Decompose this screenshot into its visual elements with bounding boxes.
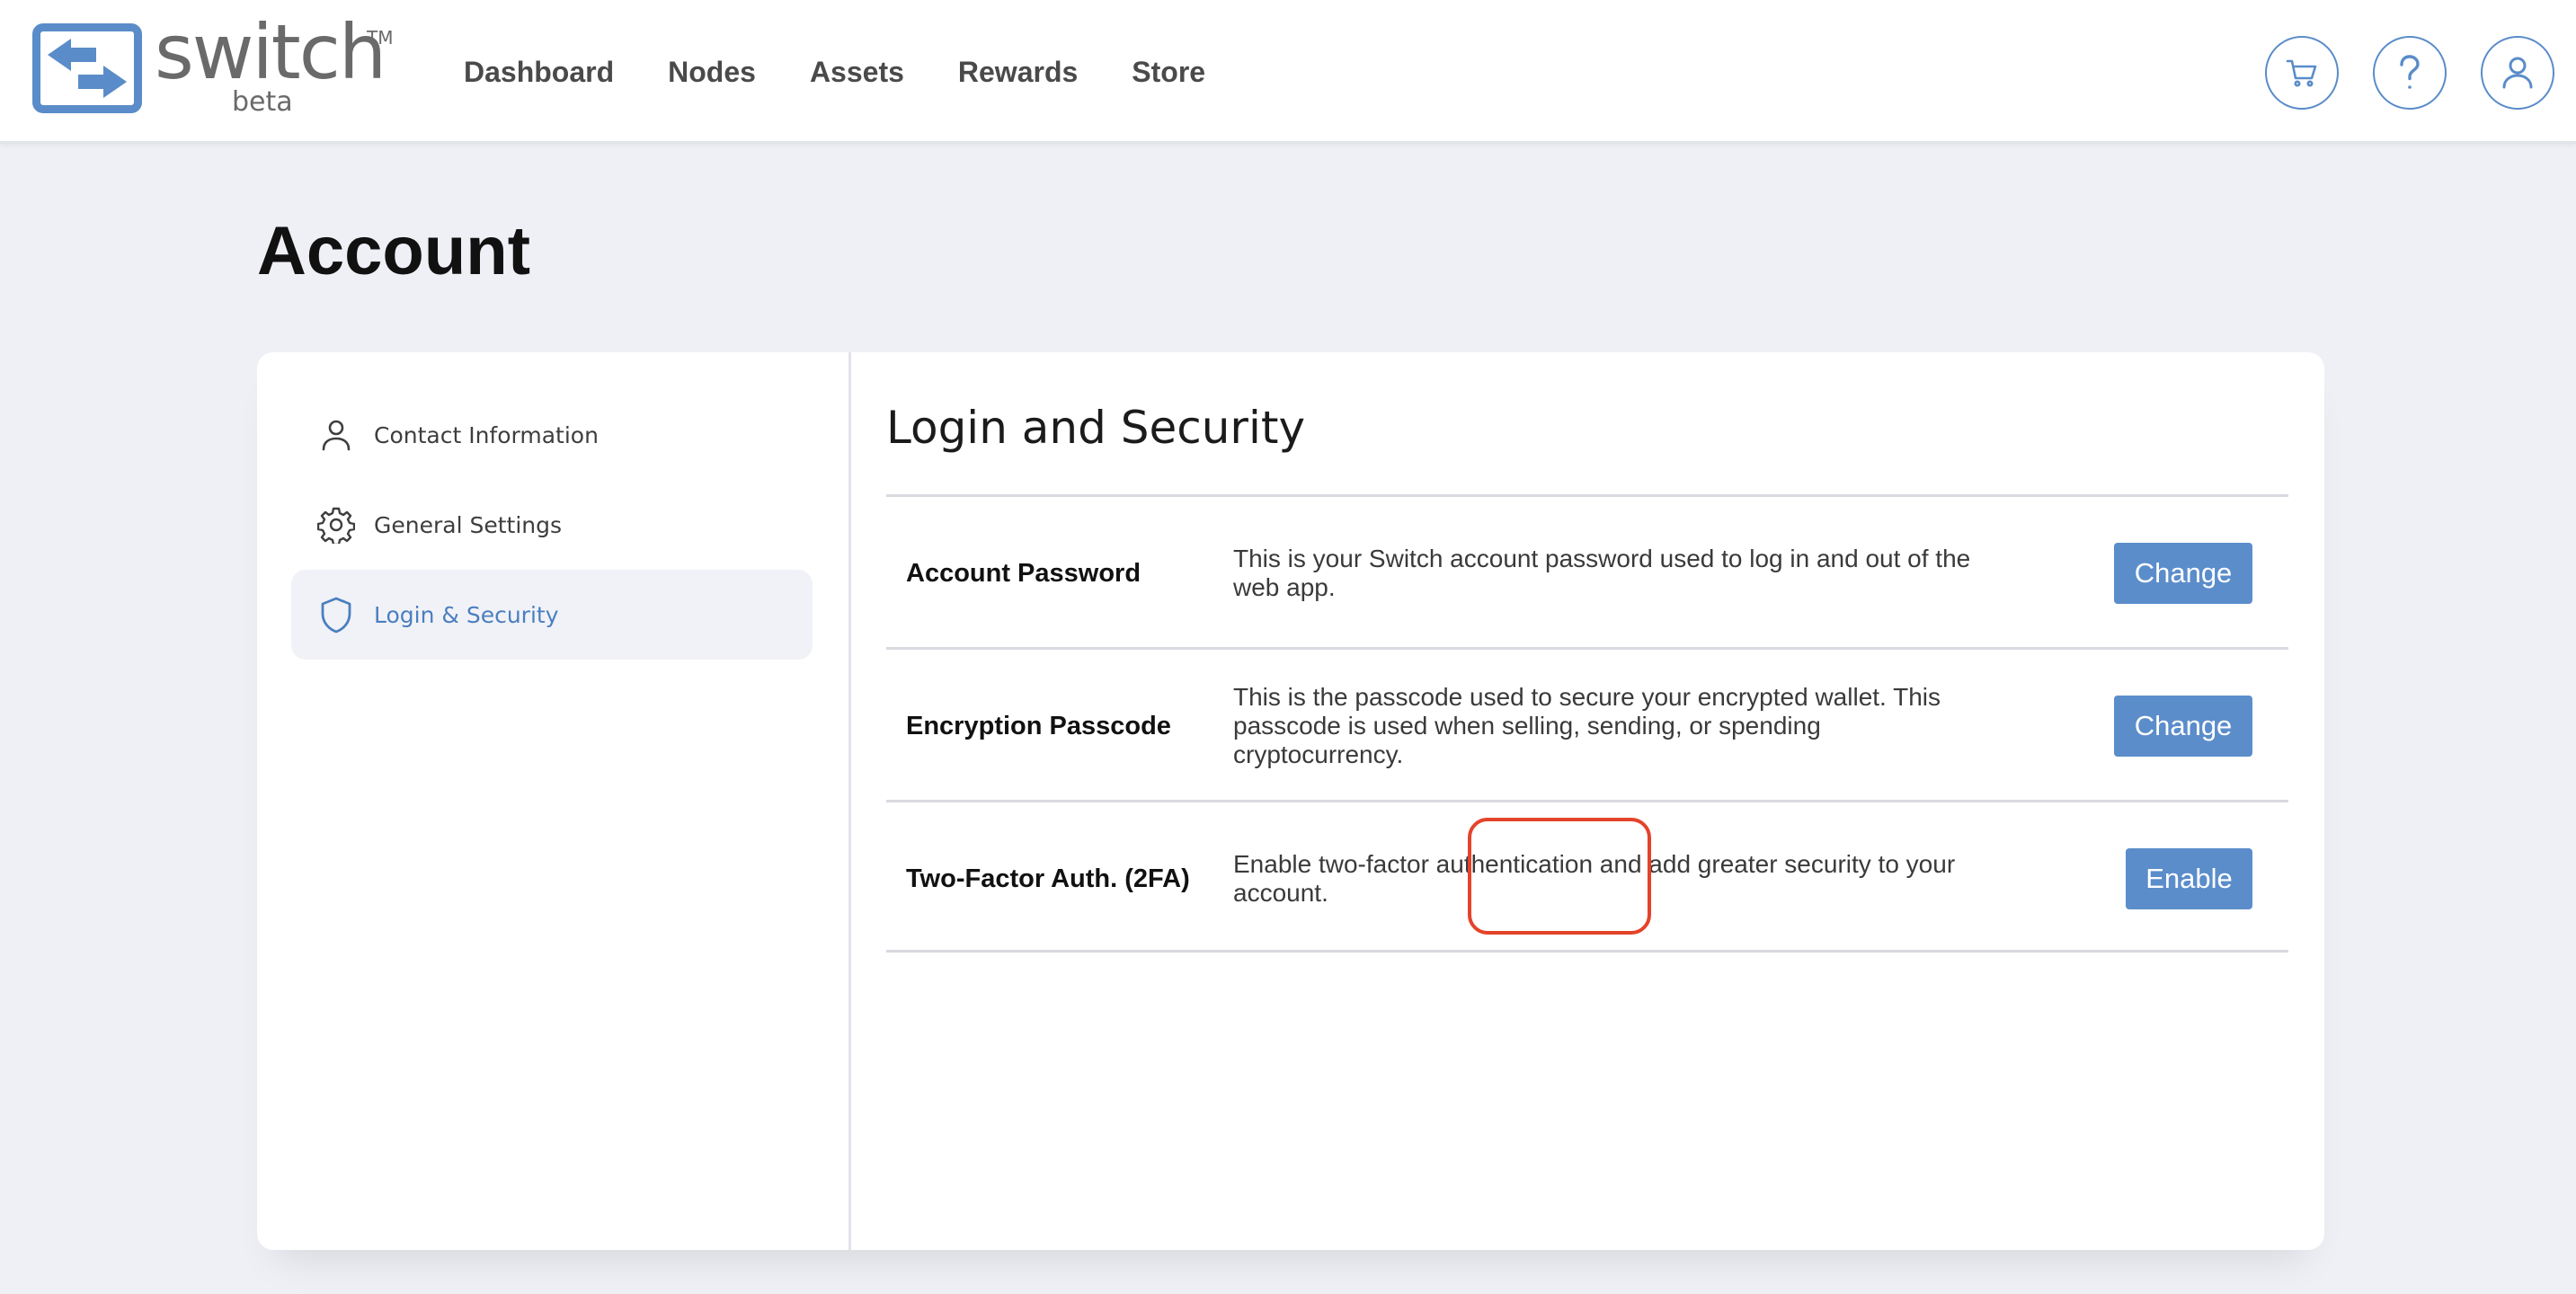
nav-nodes[interactable]: Nodes bbox=[668, 54, 756, 90]
page-title: Account bbox=[257, 213, 530, 289]
nav-store[interactable]: Store bbox=[1132, 54, 1205, 90]
sidebar-item-general-settings[interactable]: General Settings bbox=[291, 480, 813, 570]
sidebar-item-label: Login & Security bbox=[374, 601, 559, 628]
setting-row-account-password: Account Password This is your Switch acc… bbox=[886, 494, 2288, 647]
switch-logo[interactable]: switch TM beta bbox=[32, 14, 401, 120]
help-button[interactable] bbox=[2373, 36, 2447, 110]
change-password-button[interactable]: Change bbox=[2114, 543, 2252, 604]
enable-2fa-button[interactable]: Enable bbox=[2126, 848, 2252, 909]
security-panel: Login and Security Account Password This… bbox=[886, 352, 2288, 1250]
logo-trademark: TM bbox=[367, 27, 394, 49]
sidebar-item-label: General Settings bbox=[374, 511, 563, 538]
cart-button[interactable] bbox=[2265, 36, 2339, 110]
setting-row-encryption-passcode: Encryption Passcode This is the passcode… bbox=[886, 647, 2288, 800]
switch-arrows-icon bbox=[32, 23, 142, 113]
main-nav: Dashboard Nodes Assets Rewards Store bbox=[464, 54, 1259, 90]
setting-label: Encryption Passcode bbox=[906, 711, 1171, 740]
sidebar-item-label: Contact Information bbox=[374, 421, 599, 448]
help-icon bbox=[2400, 55, 2420, 89]
setting-description: Enable two-factor authentication and add… bbox=[1233, 850, 1956, 907]
setting-label: Account Password bbox=[906, 558, 1141, 588]
shield-icon bbox=[316, 595, 356, 634]
profile-button[interactable] bbox=[2481, 36, 2554, 110]
setting-description: This is the passcode used to secure your… bbox=[1233, 683, 1941, 768]
sidebar-item-contact-information[interactable]: Contact Information bbox=[291, 390, 813, 480]
logo-wordmark: switch bbox=[155, 8, 386, 96]
change-passcode-button[interactable]: Change bbox=[2114, 696, 2252, 757]
cart-icon bbox=[2286, 59, 2317, 87]
header-actions bbox=[2231, 36, 2554, 110]
sidebar-item-login-security[interactable]: Login & Security bbox=[291, 570, 813, 660]
gear-icon bbox=[316, 505, 356, 545]
account-sidebar: Contact Information General Settings Log… bbox=[257, 352, 851, 1250]
nav-dashboard[interactable]: Dashboard bbox=[464, 54, 614, 90]
section-title: Login and Security bbox=[886, 402, 1306, 454]
user-icon bbox=[2502, 57, 2533, 89]
nav-assets[interactable]: Assets bbox=[810, 54, 904, 90]
account-card: Contact Information General Settings Log… bbox=[257, 352, 2324, 1250]
setting-label: Two-Factor Auth. (2FA) bbox=[906, 864, 1190, 893]
user-icon bbox=[316, 415, 356, 455]
nav-rewards[interactable]: Rewards bbox=[958, 54, 1078, 90]
setting-description: This is your Switch account password use… bbox=[1233, 545, 1971, 601]
setting-row-two-factor-auth: Two-Factor Auth. (2FA) Enable two-factor… bbox=[886, 800, 2288, 953]
top-header: switch TM beta Dashboard Nodes Assets Re… bbox=[0, 0, 2576, 144]
logo-beta-label: beta bbox=[232, 86, 293, 118]
